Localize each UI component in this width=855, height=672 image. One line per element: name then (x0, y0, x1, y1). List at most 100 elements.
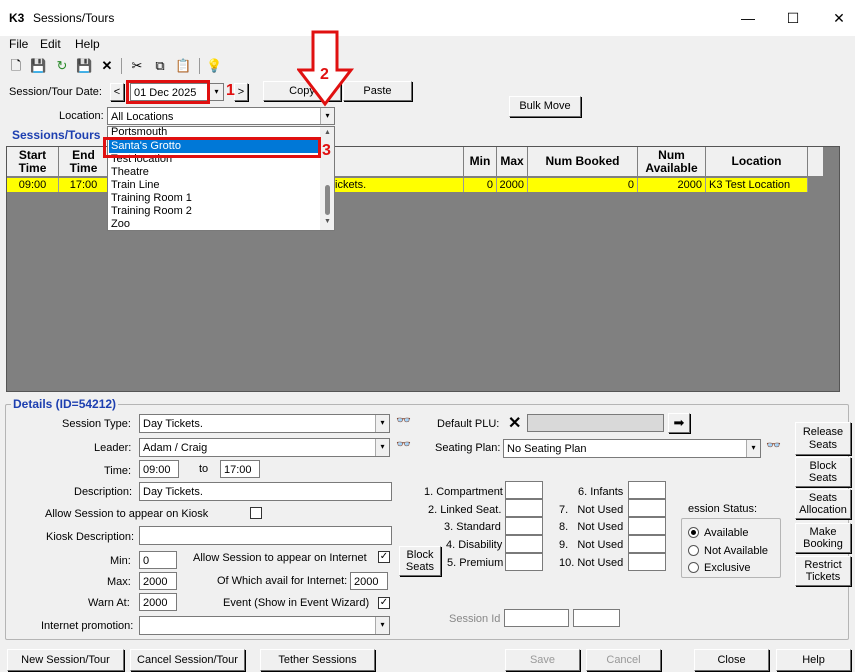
seat-count-input[interactable] (505, 553, 543, 571)
allow-internet-checkbox[interactable]: ✓ (378, 551, 390, 563)
allow-kiosk-checkbox[interactable] (250, 507, 262, 519)
help-button[interactable]: Help (776, 649, 851, 671)
make-booking-button[interactable]: Make Booking (795, 523, 851, 553)
status-not-available-radio[interactable] (688, 545, 699, 556)
next-date-button[interactable]: > (234, 83, 248, 101)
menu-help[interactable]: Help (75, 37, 100, 51)
list-item[interactable]: Theatre (111, 166, 149, 179)
list-item[interactable]: Training Room 1 (111, 192, 192, 205)
location-dropdown-icon[interactable]: ▾ (320, 108, 334, 124)
seat-count-input[interactable] (505, 517, 543, 535)
maximize-button[interactable]: ☐ (778, 8, 808, 28)
leader-select[interactable]: Adam / Craig ▾ (139, 438, 390, 457)
delete-icon[interactable]: ✕ (99, 58, 115, 74)
seats-allocation-button[interactable]: Seats Allocation (795, 489, 851, 519)
list-item[interactable]: Train Line (111, 179, 160, 192)
close-button[interactable]: Close (694, 649, 769, 671)
internet-promotion-select[interactable]: ▾ (139, 616, 390, 635)
time-from-input[interactable]: 09:00 (139, 460, 179, 478)
col-location[interactable]: Location (706, 147, 808, 177)
seat-count-input[interactable] (505, 481, 543, 499)
glasses-icon[interactable]: 👓 (396, 413, 411, 427)
seat-count-input[interactable] (628, 499, 666, 517)
scroll-thumb[interactable] (325, 185, 330, 215)
seat-count-input[interactable] (505, 535, 543, 553)
kiosk-description-input[interactable] (139, 526, 392, 545)
seat-count-input[interactable] (628, 553, 666, 571)
plu-go-button[interactable]: ➡ (668, 413, 690, 433)
cell-end: 17:00 (59, 178, 109, 192)
status-available-label[interactable]: Available (704, 527, 748, 539)
help-icon[interactable]: 💡 (206, 58, 222, 74)
bulk-move-button[interactable]: Bulk Move (509, 96, 581, 117)
status-exclusive-label[interactable]: Exclusive (704, 562, 750, 574)
avail-internet-input[interactable]: 2000 (350, 572, 388, 590)
session-id-input-2[interactable] (573, 609, 620, 627)
cancel-button[interactable]: Cancel (586, 649, 661, 671)
copy-icon[interactable]: ⧉ (152, 58, 168, 74)
save-icon[interactable]: 💾 (76, 58, 92, 74)
cut-icon[interactable]: ✂ (129, 58, 145, 74)
min-label: Min: (110, 555, 131, 567)
list-item[interactable]: Training Room 2 (111, 205, 192, 218)
time-to-input[interactable]: 17:00 (220, 460, 260, 478)
status-exclusive-radio[interactable] (688, 562, 699, 573)
seat-count-input[interactable] (628, 517, 666, 535)
toolbar-separator (121, 58, 122, 74)
tether-sessions-button[interactable]: Tether Sessions (260, 649, 375, 671)
seat-count-input[interactable] (628, 535, 666, 553)
col-num-booked[interactable]: Num Booked (528, 147, 638, 177)
default-plu-input[interactable] (527, 414, 664, 432)
block-seats-side-button[interactable]: Block Seats (795, 457, 851, 487)
col-min[interactable]: Min (464, 147, 497, 177)
min-input[interactable]: 0 (139, 551, 177, 569)
glasses-icon[interactable]: 👓 (766, 438, 781, 452)
session-id-label: Session Id (449, 613, 501, 625)
seat-count-input[interactable] (505, 499, 543, 517)
save-button[interactable]: Save (505, 649, 580, 671)
refresh-icon[interactable]: ↻ (54, 58, 70, 74)
col-end-time[interactable]: End Time (59, 147, 109, 177)
paste-icon[interactable]: 📋 (175, 58, 191, 74)
new-session-button[interactable]: New Session/Tour (7, 649, 124, 671)
session-id-input[interactable] (504, 609, 569, 627)
annotation-number-1: 1 (226, 82, 235, 99)
seat-type-label: 6. Infants (578, 486, 624, 498)
session-type-select[interactable]: Day Tickets. ▾ (139, 414, 390, 433)
seat-type-label: 10. Not Used (559, 557, 624, 569)
status-not-available-label[interactable]: Not Available (704, 545, 768, 557)
list-item[interactable]: Zoo (111, 218, 130, 231)
release-seats-button[interactable]: Release Seats (795, 422, 851, 455)
location-select[interactable]: All Locations ▾ (107, 107, 335, 125)
menu-file[interactable]: File (9, 37, 28, 51)
promotion-dropdown-icon[interactable]: ▾ (375, 617, 389, 634)
event-checkbox[interactable]: ✓ (378, 597, 390, 609)
col-num-available[interactable]: Num Available (638, 147, 706, 177)
prev-date-button[interactable]: < (110, 83, 124, 101)
max-input[interactable]: 2000 (139, 572, 177, 590)
description-input[interactable]: Day Tickets. (139, 482, 392, 501)
close-window-button[interactable]: ✕ (824, 8, 854, 28)
date-dropdown-icon[interactable]: ▾ (209, 84, 223, 100)
clear-plu-icon[interactable]: ✕ (508, 413, 521, 433)
warn-at-input[interactable]: 2000 (139, 593, 177, 611)
col-max[interactable]: Max (497, 147, 528, 177)
leader-dropdown-icon[interactable]: ▾ (375, 439, 389, 456)
seat-count-input[interactable] (628, 481, 666, 499)
seating-dropdown-icon[interactable]: ▾ (746, 440, 760, 457)
minimize-button[interactable]: — (733, 8, 763, 28)
session-type-dropdown-icon[interactable]: ▾ (375, 415, 389, 432)
block-seats-button[interactable]: Block Seats (399, 546, 441, 576)
restrict-tickets-button[interactable]: Restrict Tickets (795, 556, 851, 586)
new-icon[interactable]: 🗋 (8, 58, 24, 74)
col-start-time[interactable]: Start Time (7, 147, 59, 177)
status-available-radio[interactable] (688, 527, 699, 538)
glasses-icon[interactable]: 👓 (396, 437, 411, 451)
menu-edit[interactable]: Edit (40, 37, 61, 51)
save-all-icon[interactable]: 💾 (30, 58, 46, 74)
scroll-down-icon[interactable]: ▼ (324, 218, 331, 225)
scroll-up-icon[interactable]: ▲ (324, 129, 331, 136)
seat-type-label: 5. Premium (447, 557, 504, 569)
cancel-session-button[interactable]: Cancel Session/Tour (130, 649, 245, 671)
seating-plan-select[interactable]: No Seating Plan ▾ (503, 439, 761, 458)
